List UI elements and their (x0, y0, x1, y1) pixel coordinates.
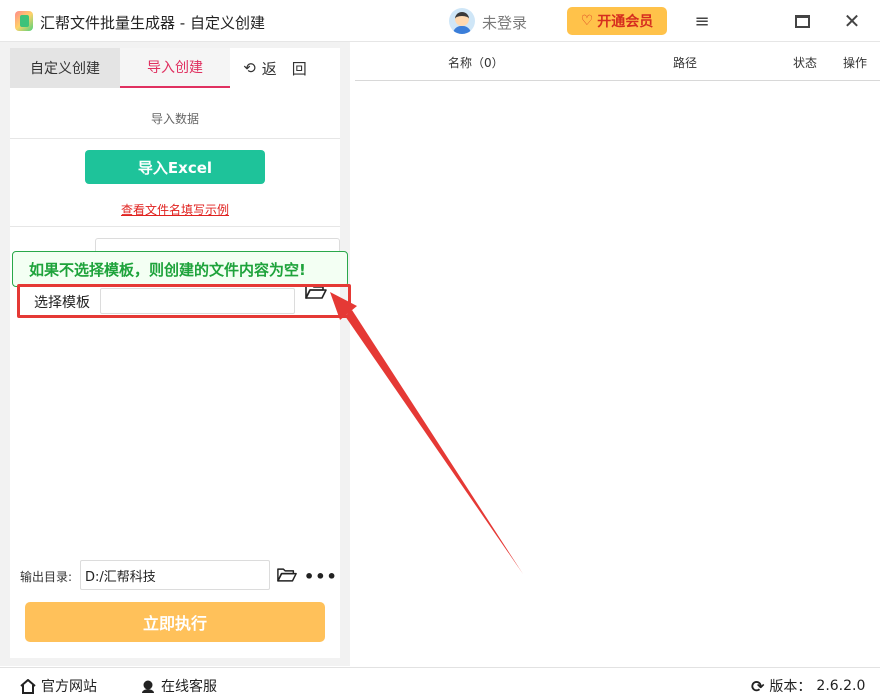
file-list (355, 82, 880, 666)
title-bar: 汇帮文件批量生成器 - 自定义创建 未登录 ♡ 开通会员 ≡ ✕ (0, 0, 880, 42)
back-button[interactable]: ⟲ 返 回 (240, 48, 310, 88)
vip-button-label: 开通会员 (597, 14, 654, 30)
headset-icon (142, 680, 154, 693)
run-button[interactable]: 立即执行 (25, 602, 325, 642)
vip-button[interactable]: ♡ 开通会员 (567, 7, 667, 35)
menu-icon[interactable]: ≡ (689, 9, 715, 33)
left-panel-content: 自定义创建 导入创建 ⟲ 返 回 导入数据 导入Excel 查看文件名填写示例 … (10, 48, 351, 658)
app-logo-icon (15, 11, 33, 31)
tab-bar: 自定义创建 导入创建 ⟲ 返 回 (10, 48, 340, 88)
left-panel: 自定义创建 导入创建 ⟲ 返 回 导入数据 导入Excel 查看文件名填写示例 … (0, 42, 351, 666)
import-excel-button[interactable]: 导入Excel (85, 150, 265, 184)
divider (10, 138, 340, 139)
login-status[interactable]: 未登录 (482, 12, 527, 33)
diamond-heart-icon: ♡ (580, 13, 594, 29)
output-label: 输出目录: (20, 570, 73, 584)
tab-custom-create[interactable]: 自定义创建 (10, 48, 120, 88)
user-avatar-icon[interactable] (449, 8, 475, 34)
website-label: 官方网站 (41, 679, 97, 695)
folder-open-icon[interactable] (277, 567, 297, 583)
example-link[interactable]: 查看文件名填写示例 (10, 201, 340, 218)
back-arrow-icon: ⟲ (243, 59, 256, 77)
section-label: 导入数据 (150, 112, 199, 126)
template-highlight (17, 284, 351, 318)
column-header-status: 状态 (793, 56, 818, 70)
maximize-icon[interactable] (789, 9, 815, 33)
template-tooltip: 如果不选择模板，则创建的文件内容为空! (12, 251, 348, 287)
service-label: 在线客服 (161, 679, 217, 695)
divider (10, 226, 340, 227)
version-info: ⟳ 版本： 2.6.2.0 (751, 676, 865, 696)
column-header-name: 名称（0） (448, 56, 504, 70)
column-header-action: 操作 (843, 56, 868, 70)
status-bar: 官方网站 在线客服 ⟳ 版本： 2.6.2.0 (0, 667, 880, 700)
version-label: 版本： (769, 679, 812, 695)
close-icon[interactable]: ✕ (839, 9, 865, 33)
window-title: 汇帮文件批量生成器 - 自定义创建 (40, 14, 265, 32)
online-service-link[interactable]: 在线客服 (140, 676, 217, 696)
more-options-icon[interactable]: ••• (304, 567, 338, 586)
website-link[interactable]: 官方网站 (20, 676, 97, 696)
column-header-path: 路径 (673, 56, 698, 70)
back-button-label: 返 回 (261, 59, 307, 78)
home-icon (20, 678, 36, 694)
output-directory-input[interactable]: D:/汇帮科技 (80, 560, 270, 590)
tab-import-create[interactable]: 导入创建 (120, 48, 230, 88)
version-number: 2.6.2.0 (816, 678, 866, 694)
refresh-icon[interactable]: ⟳ (751, 677, 764, 696)
table-header: 名称（0） 路径 状态 操作 (355, 42, 880, 81)
